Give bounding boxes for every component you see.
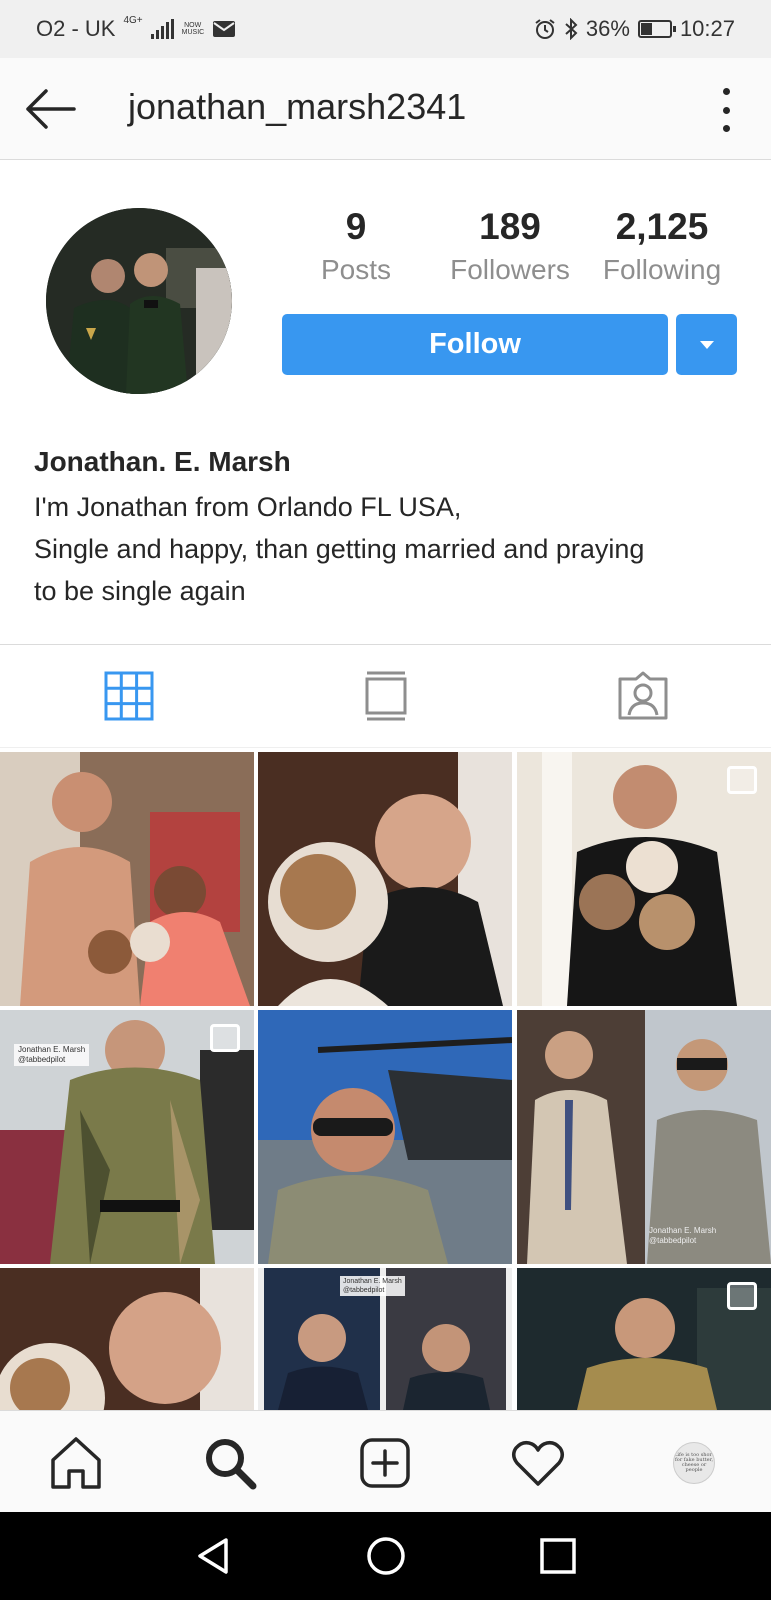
grid-icon	[104, 671, 153, 721]
tab-tagged[interactable]	[583, 656, 703, 736]
bluetooth-icon	[565, 18, 578, 40]
feed-icon	[365, 671, 406, 721]
profile-avatar[interactable]	[46, 208, 232, 394]
post-watermark: Jonathan E. Marsh @tabbedpilot	[649, 1226, 717, 1245]
multi-photo-icon	[727, 766, 757, 794]
nav-search[interactable]	[200, 1433, 260, 1493]
back-arrow-icon	[26, 89, 76, 129]
heart-icon	[512, 1440, 564, 1486]
posts-label: Posts	[320, 254, 392, 285]
multi-photo-icon	[727, 1282, 757, 1310]
tab-grid[interactable]	[69, 656, 189, 736]
profile-full-name: Jonathan. E. Marsh	[34, 446, 291, 477]
network-type-label: 4G+	[123, 15, 143, 26]
status-right: 36% 10:27	[534, 16, 735, 42]
followers-stat[interactable]: 189 Followers	[440, 206, 580, 286]
post-thumbnail[interactable]	[258, 752, 512, 1006]
system-back-button[interactable]	[192, 1534, 236, 1578]
post-thumbnail[interactable]	[258, 1010, 512, 1264]
nav-activity[interactable]	[508, 1433, 568, 1493]
post-thumbnail[interactable]	[517, 1268, 771, 1410]
post-thumbnail[interactable]: Jonathan E. Marsh @tabbedpilot	[0, 1010, 254, 1264]
profile-avatar-small: Life is too short for fake butter, chees…	[673, 1442, 715, 1484]
music-app-badge: NOW MUSIC	[181, 22, 205, 36]
posts-stat[interactable]: 9 Posts	[316, 206, 396, 286]
followers-label: Followers	[450, 254, 570, 285]
mail-icon	[212, 21, 235, 37]
multi-photo-icon	[210, 1024, 240, 1052]
profile-header: jonathan_marsh2341	[0, 58, 771, 160]
suggested-accounts-button[interactable]	[676, 314, 737, 375]
back-button[interactable]	[22, 84, 78, 134]
bottom-navigation: Life is too short for fake butter, chees…	[0, 1410, 771, 1512]
post-thumbnail[interactable]: Jonathan E. Marsh @tabbedpilot	[258, 1268, 512, 1410]
chevron-down-icon	[699, 340, 714, 349]
posts-count: 9	[345, 206, 367, 247]
profile-bio: Jonathan. E. Marsh I'm Jonathan from Orl…	[34, 446, 734, 612]
following-stat[interactable]: 2,125 Following	[592, 206, 732, 286]
post-thumbnail[interactable]	[0, 1268, 254, 1410]
nav-new-post[interactable]	[355, 1433, 415, 1493]
system-recents-button[interactable]	[536, 1534, 580, 1578]
status-left: O2 - UK 4G+ NOW MUSIC	[36, 16, 236, 42]
bio-line: Single and happy, than getting married a…	[34, 534, 645, 564]
status-bar: O2 - UK 4G+ NOW MUSIC 36% 10:27	[0, 0, 771, 58]
post-photo	[258, 752, 512, 1006]
avatar-photo	[46, 208, 232, 394]
nav-profile[interactable]: Life is too short for fake butter, chees…	[664, 1433, 724, 1493]
post-photo	[517, 1010, 771, 1264]
tab-feed[interactable]	[326, 656, 446, 736]
bio-line: I'm Jonathan from Orlando FL USA,	[34, 492, 462, 522]
clock: 10:27	[679, 16, 735, 41]
add-post-icon	[360, 1438, 410, 1488]
post-photo	[258, 1010, 512, 1264]
post-thumbnail[interactable]	[517, 752, 771, 1006]
post-photo	[0, 752, 254, 1006]
post-thumbnail[interactable]: Jonathan E. Marsh @tabbedpilot	[517, 1010, 771, 1264]
signal-icon	[150, 19, 174, 39]
post-watermark: Jonathan E. Marsh @tabbedpilot	[340, 1276, 405, 1296]
tagged-icon	[618, 671, 667, 720]
system-navigation-bar	[0, 1512, 771, 1600]
battery-icon	[637, 20, 676, 38]
system-home-button[interactable]	[364, 1534, 408, 1578]
bio-line: to be single again	[34, 576, 246, 606]
post-photo	[0, 1268, 254, 1410]
post-thumbnail[interactable]	[0, 752, 254, 1006]
home-icon	[51, 1437, 101, 1489]
profile-tabs	[0, 644, 771, 748]
following-label: Following	[602, 254, 722, 285]
nav-home[interactable]	[46, 1433, 106, 1493]
alarm-icon	[535, 19, 555, 39]
followers-count: 189	[479, 206, 541, 247]
search-icon	[206, 1439, 257, 1490]
more-options-icon[interactable]	[714, 88, 738, 132]
circle-home-icon	[367, 1537, 405, 1575]
triangle-back-icon	[198, 1538, 228, 1574]
post-watermark: Jonathan E. Marsh @tabbedpilot	[14, 1044, 90, 1066]
profile-username: jonathan_marsh2341	[128, 86, 467, 127]
battery-percent: 36%	[585, 16, 630, 41]
follow-button[interactable]: Follow	[282, 314, 668, 375]
square-recents-icon	[540, 1538, 576, 1574]
carrier-label: O2 - UK	[36, 16, 116, 41]
following-count: 2,125	[615, 206, 709, 247]
